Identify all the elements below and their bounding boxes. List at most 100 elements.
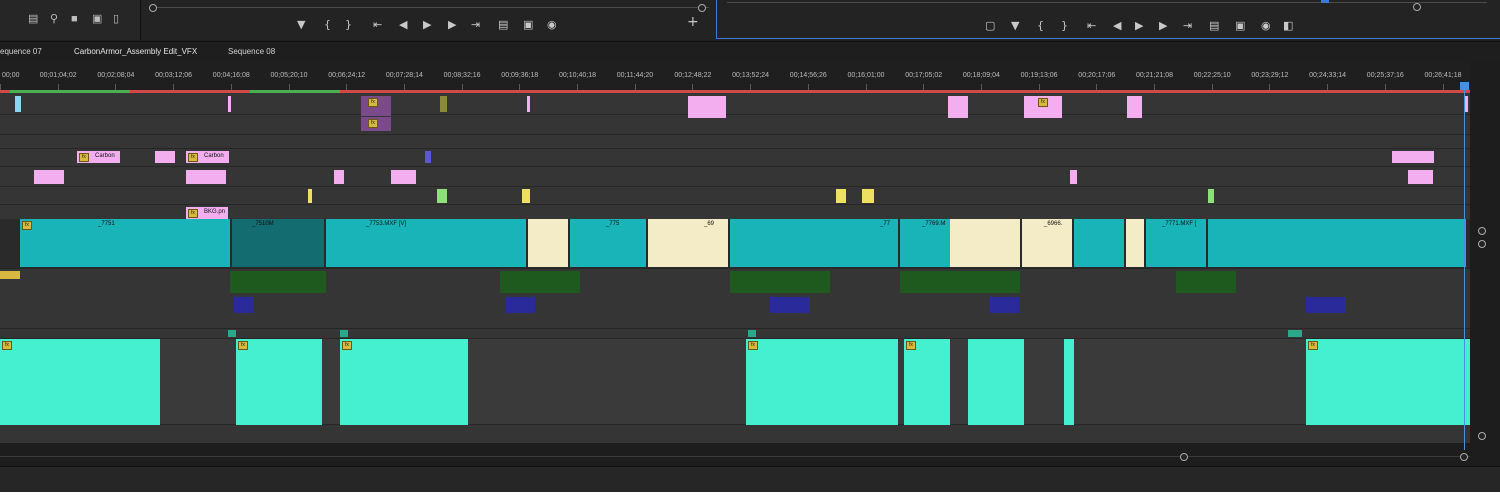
clip[interactable]: [228, 96, 231, 112]
clip[interactable]: [1288, 330, 1302, 337]
scroll-handle[interactable]: [1478, 432, 1486, 440]
search-icon[interactable]: ⚲: [50, 14, 58, 25]
clip[interactable]: [1070, 170, 1077, 184]
clip[interactable]: [15, 96, 21, 112]
clip[interactable]: fx _7751: [20, 219, 230, 267]
step-back-icon[interactable]: ◀: [399, 19, 407, 30]
clip[interactable]: [950, 219, 1020, 267]
clip[interactable]: [334, 170, 344, 184]
program-scrubber[interactable]: [727, 2, 1487, 3]
clip[interactable]: [1074, 219, 1124, 267]
audio-clip[interactable]: fx: [904, 339, 950, 425]
audio-clip[interactable]: fx: [0, 339, 160, 425]
new-item-icon[interactable]: ▣: [92, 14, 102, 25]
clip[interactable]: [748, 330, 756, 337]
clip[interactable]: [340, 330, 348, 337]
go-to-in-icon[interactable]: ⇤: [373, 19, 382, 30]
go-to-out-icon[interactable]: ⇥: [471, 19, 480, 30]
go-to-out-icon[interactable]: ⇥: [1183, 20, 1192, 31]
clip[interactable]: [155, 151, 175, 163]
vertical-scrollbar[interactable]: [1470, 62, 1500, 462]
zoom-handle-left[interactable]: [1180, 453, 1188, 461]
clip[interactable]: _77: [730, 219, 898, 267]
clip[interactable]: [505, 297, 535, 313]
clip[interactable]: [730, 271, 830, 293]
clip[interactable]: _6966.: [1022, 219, 1072, 267]
step-forward-icon[interactable]: ▶: [1159, 20, 1167, 31]
clip[interactable]: fx: [361, 96, 391, 116]
mark-out-icon[interactable]: }: [345, 19, 352, 30]
clip[interactable]: [437, 189, 447, 203]
clip[interactable]: [0, 271, 20, 279]
compare-view-icon[interactable]: ◧: [1283, 20, 1293, 31]
lift-icon[interactable]: ▤: [1209, 20, 1219, 31]
time-ruler[interactable]: 00;00 00;01;04;02 00;02;08;04 00;03;12;06 00…: [0, 62, 1470, 90]
step-back-icon[interactable]: ◀: [1113, 20, 1121, 31]
clip[interactable]: [440, 96, 447, 112]
program-zoom-handle[interactable]: [1413, 3, 1421, 11]
clip[interactable]: fx Carbon: [186, 151, 229, 163]
clip[interactable]: [836, 189, 846, 203]
tab-carbonarmor-assembly[interactable]: CarbonArmor_Assembly Edit_VFX: [74, 47, 197, 57]
clip[interactable]: fx Carbon: [77, 151, 120, 163]
insert-icon[interactable]: ▤: [498, 19, 508, 30]
mark-out-icon[interactable]: }: [1061, 20, 1068, 31]
clip[interactable]: [34, 170, 64, 184]
clip[interactable]: [990, 297, 1020, 313]
clip[interactable]: [770, 297, 810, 313]
audio-clip[interactable]: [968, 339, 1024, 425]
clip[interactable]: [186, 170, 226, 184]
overwrite-icon[interactable]: ▣: [523, 19, 533, 30]
source-zoom-handle-end[interactable]: [698, 4, 706, 12]
clip[interactable]: _7510M: [232, 219, 324, 267]
clip[interactable]: [228, 330, 236, 337]
clip[interactable]: [230, 271, 326, 293]
scroll-handle[interactable]: [1478, 227, 1486, 235]
horizontal-scrollbar[interactable]: [0, 450, 1470, 464]
export-frame-icon[interactable]: ◉: [547, 19, 557, 30]
clip[interactable]: [234, 297, 254, 313]
tab-sequence-07[interactable]: equence 07: [0, 47, 42, 57]
clip[interactable]: [1208, 219, 1466, 267]
clip[interactable]: [1392, 151, 1434, 163]
add-marker-icon[interactable]: ▼: [1011, 20, 1019, 31]
mark-in-icon[interactable]: {: [324, 19, 331, 30]
audio-clip[interactable]: fx: [746, 339, 898, 425]
audio-clip[interactable]: fx: [1306, 339, 1470, 425]
button-editor-icon[interactable]: +: [687, 15, 699, 29]
export-frame-icon[interactable]: ◉: [1261, 20, 1271, 31]
clip[interactable]: _7753.MXF [V]: [326, 219, 526, 267]
playhead-line[interactable]: [1464, 82, 1465, 454]
list-view-icon[interactable]: ▤: [28, 14, 38, 25]
clip[interactable]: [1408, 170, 1433, 184]
trash-icon[interactable]: ▯: [113, 14, 119, 25]
clip[interactable]: [1126, 219, 1144, 267]
new-bin-icon[interactable]: ■: [71, 14, 78, 25]
scroll-handle[interactable]: [1478, 240, 1486, 248]
source-scrubber[interactable]: [149, 7, 709, 8]
clip[interactable]: _7771.MXF [: [1146, 219, 1206, 267]
clip[interactable]: [528, 219, 568, 267]
playhead-handle[interactable]: [1460, 82, 1469, 90]
safe-margins-icon[interactable]: ▢: [985, 20, 995, 31]
audio-clip[interactable]: [1064, 339, 1074, 425]
source-zoom-handle[interactable]: [149, 4, 157, 12]
clip[interactable]: _775: [570, 219, 646, 267]
clip[interactable]: [500, 271, 580, 293]
clip[interactable]: [527, 96, 530, 112]
go-to-in-icon[interactable]: ⇤: [1087, 20, 1096, 31]
clip[interactable]: [862, 189, 874, 203]
clip[interactable]: [900, 271, 1020, 293]
clip[interactable]: _7769.M: [900, 219, 950, 267]
mark-in-icon[interactable]: {: [1037, 20, 1044, 31]
audio-clip[interactable]: fx: [236, 339, 322, 425]
play-icon[interactable]: ▶: [423, 19, 431, 30]
clip[interactable]: [1176, 271, 1236, 293]
clip[interactable]: [1306, 297, 1346, 313]
clip[interactable]: [1208, 189, 1214, 203]
add-marker-icon[interactable]: ▼: [297, 19, 305, 30]
clip[interactable]: _69: [648, 219, 728, 267]
audio-clip[interactable]: fx: [340, 339, 468, 425]
clip[interactable]: [308, 189, 312, 203]
clip[interactable]: [391, 170, 416, 184]
